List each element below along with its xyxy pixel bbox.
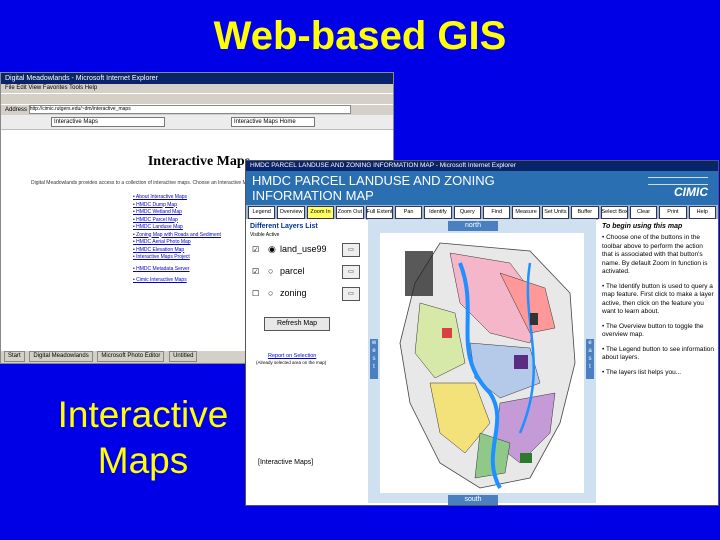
tool-clear[interactable]: Clear bbox=[629, 206, 658, 219]
site-nav-bar: Interactive Maps Interactive Maps Home bbox=[1, 115, 393, 130]
tool-measure[interactable]: Measure bbox=[512, 206, 540, 219]
help-item: The layers list helps you... bbox=[602, 369, 714, 378]
slide-caption: Interactive Maps bbox=[28, 392, 258, 484]
map-banner: HMDC PARCEL LANDUSE AND ZONING INFORMATI… bbox=[246, 171, 718, 205]
map-link[interactable]: HMDC Parcel Map bbox=[133, 217, 221, 225]
active-radio[interactable]: ◉ bbox=[268, 244, 276, 255]
window-title: Digital Meadowlands - Microsoft Internet… bbox=[1, 73, 393, 84]
visible-checkbox[interactable]: ☐ bbox=[252, 289, 259, 298]
selection-label: [Interactive Maps] bbox=[258, 459, 314, 466]
help-heading: To begin using this map bbox=[602, 223, 683, 230]
refresh-map-button[interactable]: Refresh Map bbox=[264, 317, 330, 331]
address-field[interactable]: http://cimic.rutgers.edu/~dm/interactive… bbox=[28, 105, 351, 114]
landuse-map bbox=[380, 233, 584, 493]
taskbar-item[interactable]: Microsoft Photo Editor bbox=[97, 351, 165, 362]
tool-pan[interactable]: Pan bbox=[394, 206, 423, 219]
help-panel: To begin using this map Choose one of th… bbox=[598, 219, 718, 503]
tool-query[interactable]: Query bbox=[453, 206, 481, 219]
pan-east-button[interactable]: east bbox=[586, 339, 594, 379]
pan-south-button[interactable]: south bbox=[448, 495, 498, 505]
pan-west-button[interactable]: west bbox=[370, 339, 378, 379]
map-link[interactable]: About Interactive Maps bbox=[133, 194, 221, 202]
tool-zoom-in[interactable]: Zoom In bbox=[306, 206, 335, 219]
map-link[interactable]: HMDC Elevation Map bbox=[133, 247, 221, 255]
map-frame: north west east south bbox=[368, 219, 596, 505]
help-item: Choose one of the buttons in the toolbar… bbox=[602, 234, 714, 277]
menu-bar[interactable]: File Edit View Favorites Tools Help bbox=[1, 84, 393, 93]
tool-set-units[interactable]: Set Units bbox=[541, 206, 570, 219]
visible-checkbox[interactable]: ☑ bbox=[252, 245, 259, 254]
visible-checkbox[interactable]: ☑ bbox=[252, 267, 259, 276]
window-title: HMDC PARCEL LANDUSE AND ZONING INFORMATI… bbox=[246, 161, 718, 171]
tool-full-extent[interactable]: Full Extent bbox=[365, 206, 393, 219]
map-links-list: About Interactive Maps HMDC Dump Map HMD… bbox=[133, 194, 221, 285]
nav-select[interactable]: Interactive Maps Home bbox=[231, 117, 315, 127]
pan-north-button[interactable]: north bbox=[448, 221, 498, 231]
layers-title: Different Layers List bbox=[250, 223, 318, 230]
caption-line: Interactive bbox=[57, 394, 229, 435]
map-link[interactable]: Zoning Map with Roads and Sediment bbox=[133, 232, 221, 240]
layer-legend-button[interactable]: ▭ bbox=[342, 243, 360, 257]
banner-title: HMDC PARCEL LANDUSE AND ZONING INFORMATI… bbox=[252, 173, 552, 203]
toolbar-strip bbox=[1, 93, 393, 104]
report-link[interactable]: Report on Selection bbox=[268, 353, 316, 359]
caption-line: Maps bbox=[97, 440, 189, 481]
banner-line: HMDC PARCEL LANDUSE AND ZONING bbox=[252, 173, 495, 188]
layer-row: ☐ ○ zoning ▭ bbox=[250, 287, 360, 301]
banner-line: INFORMATION MAP bbox=[252, 188, 374, 203]
layer-row: ☑ ◉ land_use99 ▭ bbox=[250, 243, 360, 257]
layers-header: Visible Active bbox=[250, 232, 280, 238]
map-link[interactable]: Cimic Interactive Maps bbox=[133, 277, 221, 285]
map-link[interactable]: HMDC Dump Map bbox=[133, 202, 221, 210]
help-item: The Identify button is used to query a m… bbox=[602, 283, 714, 317]
address-bar[interactable]: Address http://cimic.rutgers.edu/~dm/int… bbox=[1, 104, 393, 115]
tool-help[interactable]: Help bbox=[688, 206, 716, 219]
map-link[interactable]: HMDC Wetland Map bbox=[133, 209, 221, 217]
tool-find[interactable]: Find bbox=[483, 206, 511, 219]
map-link[interactable]: HMDC Landuse Map bbox=[133, 224, 221, 232]
help-item: The Legend button to see information abo… bbox=[602, 346, 714, 363]
layer-name: land_use99 bbox=[280, 244, 327, 254]
layer-legend-button[interactable]: ▭ bbox=[342, 265, 360, 279]
layer-name: parcel bbox=[280, 266, 305, 276]
layer-name: zoning bbox=[280, 288, 307, 298]
taskbar-item[interactable]: Digital Meadowlands bbox=[29, 351, 93, 362]
cimic-logo: CIMIC bbox=[674, 185, 708, 199]
logo-stripes bbox=[648, 177, 708, 185]
address-label: Address bbox=[5, 107, 28, 114]
address-value: http://cimic.rutgers.edu/~dm/interactive… bbox=[29, 106, 131, 112]
tool-identify[interactable]: Identify bbox=[424, 206, 452, 219]
map-link[interactable]: HMDC Aerial Photo Map bbox=[133, 239, 221, 247]
tool-legend[interactable]: Legend bbox=[248, 206, 276, 219]
active-radio[interactable]: ○ bbox=[268, 288, 273, 298]
map-browser-window: HMDC PARCEL LANDUSE AND ZONING INFORMATI… bbox=[245, 160, 719, 506]
tool-buffer[interactable]: Buffer bbox=[571, 206, 599, 219]
layer-row: ☑ ○ parcel ▭ bbox=[250, 265, 360, 279]
tool-select-box[interactable]: Select Box bbox=[600, 206, 628, 219]
tool-overview[interactable]: Overview bbox=[277, 206, 305, 219]
taskbar-item[interactable]: Untitled bbox=[169, 351, 198, 362]
map-canvas[interactable] bbox=[380, 233, 584, 493]
slide-title: Web-based GIS bbox=[213, 14, 507, 58]
report-note: (Already selected area on the map) bbox=[256, 360, 327, 365]
help-item: The Overview button to toggle the overvi… bbox=[602, 323, 714, 340]
map-link[interactable]: HMDC Metadata Server bbox=[133, 266, 221, 274]
tool-zoom-out[interactable]: Zoom Out bbox=[336, 206, 364, 219]
active-radio[interactable]: ○ bbox=[268, 266, 273, 276]
tool-print[interactable]: Print bbox=[659, 206, 687, 219]
site-select[interactable]: Interactive Maps bbox=[51, 117, 165, 127]
layer-legend-button[interactable]: ▭ bbox=[342, 287, 360, 301]
start-button[interactable]: Start bbox=[4, 351, 25, 362]
map-link[interactable]: Interactive Maps Project bbox=[133, 254, 221, 262]
map-toolbar: Legend Overview Zoom In Zoom Out Full Ex… bbox=[246, 205, 718, 220]
layers-panel: Different Layers List Visible Active ☑ ◉… bbox=[246, 219, 366, 503]
